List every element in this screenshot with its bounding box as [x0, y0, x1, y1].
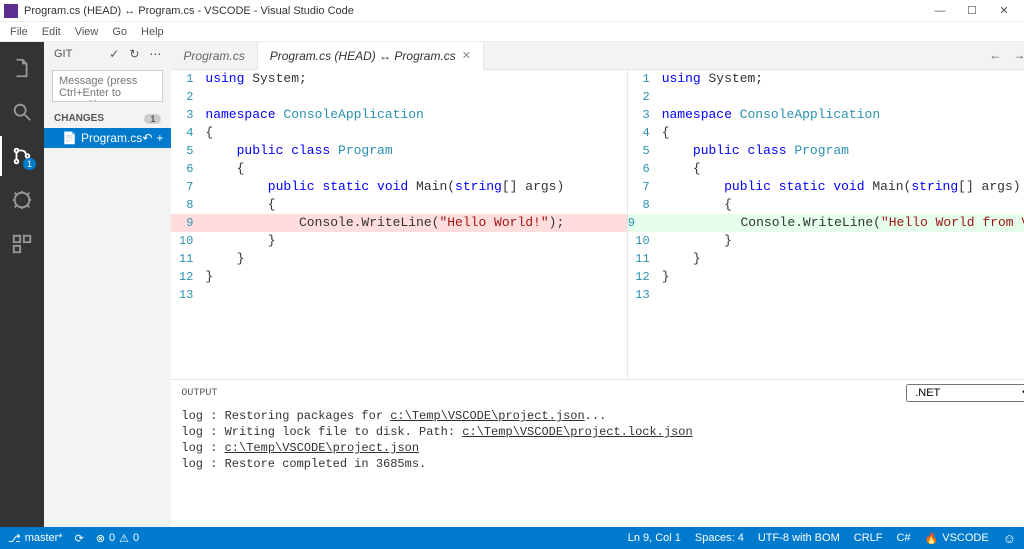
close-tab-icon[interactable]: ✕	[462, 49, 471, 62]
nav-back-icon[interactable]: ←	[989, 48, 1001, 63]
menu-edit[interactable]: Edit	[36, 24, 67, 40]
feedback-icon[interactable]: ☺	[1003, 531, 1016, 546]
commit-icon[interactable]: ✓	[109, 47, 119, 61]
activity-bar: 1	[0, 42, 44, 527]
encoding[interactable]: UTF-8 with BOM	[758, 532, 840, 544]
error-icon: ⊗	[96, 532, 105, 545]
menu-file[interactable]: File	[4, 24, 34, 40]
menu-view[interactable]: View	[69, 24, 105, 40]
sync-indicator[interactable]: ⟳	[75, 532, 84, 545]
eol[interactable]: CRLF	[854, 532, 883, 544]
diff-right-pane[interactable]: 1using System; 2 3namespace ConsoleAppli…	[628, 70, 1024, 379]
nav-forward-icon[interactable]: →	[1013, 48, 1024, 63]
output-channel-select[interactable]: .NET	[906, 384, 1024, 402]
diff-editor: 1using System; 2 3namespace ConsoleAppli…	[171, 70, 1024, 379]
git-sidebar: GIT ✓ ↻ ⋯ CHANGES 1 📄 Program.cs ↶ +	[44, 42, 171, 527]
output-body[interactable]: log : Restoring packages for c:\Temp\VSC…	[171, 406, 1024, 527]
menu-help[interactable]: Help	[135, 24, 170, 40]
tab-program[interactable]: Program.cs	[171, 42, 257, 70]
changes-header[interactable]: CHANGES 1	[44, 109, 171, 128]
commit-input[interactable]	[52, 70, 163, 102]
problems-indicator[interactable]: ⊗0 ⚠0	[96, 532, 139, 545]
more-icon[interactable]: ⋯	[149, 47, 161, 61]
changes-count: 1	[144, 114, 161, 124]
changed-file-row[interactable]: 📄 Program.cs ↶ +	[44, 128, 171, 148]
csharp-file-icon: 📄	[62, 131, 77, 145]
menu-go[interactable]: Go	[106, 24, 133, 40]
search-icon[interactable]	[0, 92, 44, 132]
diff-left-pane[interactable]: 1using System; 2 3namespace ConsoleAppli…	[171, 70, 627, 379]
branch-indicator[interactable]: ⎇master*	[8, 532, 63, 545]
extensions-icon[interactable]	[0, 224, 44, 264]
git-badge: 1	[23, 158, 36, 170]
stage-icon[interactable]: +	[156, 131, 163, 145]
cursor-position[interactable]: Ln 9, Col 1	[628, 532, 681, 544]
revert-icon[interactable]: ↶	[142, 131, 152, 145]
git-icon[interactable]: 1	[0, 136, 44, 176]
statusbar: ⎇master* ⟳ ⊗0 ⚠0 Ln 9, Col 1 Spaces: 4 U…	[0, 527, 1024, 549]
refresh-icon[interactable]: ↻	[129, 47, 139, 61]
flame-indicator[interactable]: 🔥VSCODE	[925, 532, 989, 545]
vscode-logo-icon	[4, 4, 18, 18]
sidebar-header: GIT ✓ ↻ ⋯	[44, 42, 171, 66]
branch-icon: ⎇	[8, 532, 21, 545]
editor-area: Program.cs Program.cs (HEAD) ↔ Program.c…	[171, 42, 1024, 527]
output-panel: OUTPUT .NET ⊘ ⌄ log : Restoring packages…	[171, 379, 1024, 527]
changed-file-name: Program.cs	[81, 131, 142, 145]
changes-label: CHANGES	[54, 113, 104, 124]
editor-tabs: Program.cs Program.cs (HEAD) ↔ Program.c…	[171, 42, 1024, 70]
menubar: File Edit View Go Help	[0, 22, 1024, 42]
window-controls: — ☐ ✕	[924, 1, 1020, 21]
close-button[interactable]: ✕	[988, 1, 1020, 21]
explorer-icon[interactable]	[0, 48, 44, 88]
language-mode[interactable]: C#	[896, 532, 910, 544]
minimize-button[interactable]: —	[924, 1, 956, 21]
tab-diff[interactable]: Program.cs (HEAD) ↔ Program.cs ✕	[258, 42, 484, 70]
tab-label: Program.cs	[183, 49, 244, 63]
sidebar-title: GIT	[54, 48, 72, 60]
debug-icon[interactable]	[0, 180, 44, 220]
window-title: Program.cs (HEAD) ↔ Program.cs - VSCODE …	[24, 5, 354, 17]
commit-message-box	[52, 70, 163, 105]
main-area: 1 GIT ✓ ↻ ⋯ CHANGES 1 📄 Program.cs ↶	[0, 42, 1024, 527]
tab-label: Program.cs (HEAD) ↔ Program.cs	[270, 49, 456, 63]
output-label[interactable]: OUTPUT	[181, 388, 217, 399]
titlebar: Program.cs (HEAD) ↔ Program.cs - VSCODE …	[0, 0, 1024, 22]
maximize-button[interactable]: ☐	[956, 1, 988, 21]
sync-icon: ⟳	[75, 532, 84, 545]
indent-setting[interactable]: Spaces: 4	[695, 532, 744, 544]
warning-icon: ⚠	[119, 532, 129, 545]
flame-icon: 🔥	[925, 532, 939, 545]
